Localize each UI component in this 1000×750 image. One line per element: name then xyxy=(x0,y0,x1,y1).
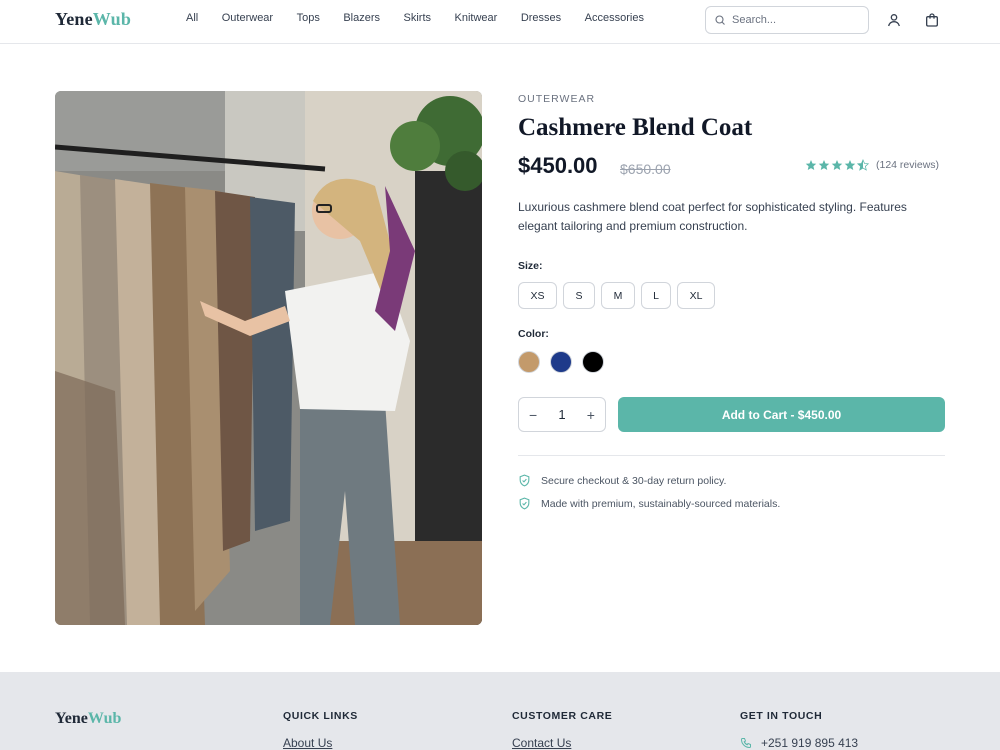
nav-blazers[interactable]: Blazers xyxy=(343,12,380,24)
nav-knitwear[interactable]: Knitwear xyxy=(455,12,498,24)
product-category: OUTERWEAR xyxy=(518,93,596,105)
nav-skirts[interactable]: Skirts xyxy=(404,12,432,24)
brand-name-part2: Wub xyxy=(87,710,122,727)
feature-secure-checkout: Secure checkout & 30-day return policy. xyxy=(518,474,726,487)
shield-check-icon xyxy=(519,497,530,510)
footer-brand-logo[interactable]: YeneWub xyxy=(55,710,121,728)
product-image xyxy=(55,91,482,625)
footer-link-contact-us[interactable]: Contact Us xyxy=(512,736,571,750)
footer-quick-links-title: QUICK LINKS xyxy=(283,710,358,722)
footer-customer-care-title: CUSTOMER CARE xyxy=(512,710,613,722)
size-option-xs[interactable]: XS xyxy=(518,282,557,309)
footer-get-in-touch-title: GET IN TOUCH xyxy=(740,710,823,722)
brand-logo[interactable]: YeneWub xyxy=(55,9,131,30)
size-options: XS S M L XL xyxy=(518,282,715,309)
size-option-m[interactable]: M xyxy=(601,282,635,309)
color-swatch-camel[interactable] xyxy=(518,351,540,373)
star-full-icon xyxy=(805,160,817,170)
size-option-xl[interactable]: XL xyxy=(677,282,715,309)
search-input[interactable] xyxy=(732,14,862,26)
product-title: Cashmere Blend Coat xyxy=(518,114,753,141)
nav-accessories[interactable]: Accessories xyxy=(585,12,644,24)
quantity-stepper: − 1 + xyxy=(518,397,606,432)
size-option-s[interactable]: S xyxy=(563,282,595,309)
brand-name-part1: Yene xyxy=(55,9,93,29)
star-half-icon xyxy=(857,159,869,171)
color-label: Color: xyxy=(518,328,549,340)
shield-check-icon xyxy=(519,474,530,487)
product-rating: (124 reviews) xyxy=(805,159,939,171)
site-header: YeneWub All Outerwear Tops Blazers Skirt… xyxy=(0,0,1000,44)
quantity-decrease-button[interactable]: − xyxy=(529,407,537,423)
product-description: Luxurious cashmere blend coat perfect fo… xyxy=(518,200,907,233)
user-icon[interactable] xyxy=(886,12,902,28)
site-footer: YeneWub QUICK LINKS CUSTOMER CARE GET IN… xyxy=(0,672,1000,750)
review-count[interactable]: (124 reviews) xyxy=(876,159,939,171)
search-box[interactable] xyxy=(705,6,869,34)
phone-icon xyxy=(740,738,751,749)
nav-all[interactable]: All xyxy=(186,12,198,24)
footer-link-about-us[interactable]: About Us xyxy=(283,736,332,750)
quantity-value[interactable]: 1 xyxy=(558,407,565,422)
feature-text: Secure checkout & 30-day return policy. xyxy=(541,474,727,487)
product-old-price: $650.00 xyxy=(620,161,671,177)
nav-outerwear[interactable]: Outerwear xyxy=(222,12,273,24)
star-full-icon xyxy=(831,160,843,170)
nav-tops[interactable]: Tops xyxy=(297,12,320,24)
brand-name-part2: Wub xyxy=(92,9,132,29)
color-options xyxy=(518,351,604,373)
quantity-increase-button[interactable]: + xyxy=(587,407,595,423)
feature-text: Made with premium, sustainably-sourced m… xyxy=(541,497,781,510)
star-full-icon xyxy=(818,160,830,170)
shopping-bag-icon[interactable] xyxy=(924,12,940,28)
add-to-cart-button[interactable]: Add to Cart - $450.00 xyxy=(618,397,945,432)
product-price: $450.00 xyxy=(518,153,598,178)
nav-dresses[interactable]: Dresses xyxy=(521,12,561,24)
phone-number: +251 919 895 413 xyxy=(761,736,859,750)
size-option-l[interactable]: L xyxy=(641,282,671,309)
search-icon xyxy=(715,15,725,25)
main-nav: All Outerwear Tops Blazers Skirts Knitwe… xyxy=(186,12,667,24)
color-swatch-navy[interactable] xyxy=(550,351,572,373)
star-full-icon xyxy=(844,160,856,170)
rating-stars xyxy=(805,159,869,171)
color-swatch-black[interactable] xyxy=(582,351,604,373)
footer-phone[interactable]: +251 919 895 413 xyxy=(740,736,858,750)
feature-materials: Made with premium, sustainably-sourced m… xyxy=(518,497,780,510)
divider xyxy=(518,455,945,456)
brand-name-part1: Yene xyxy=(55,710,88,727)
size-label: Size: xyxy=(518,260,543,272)
